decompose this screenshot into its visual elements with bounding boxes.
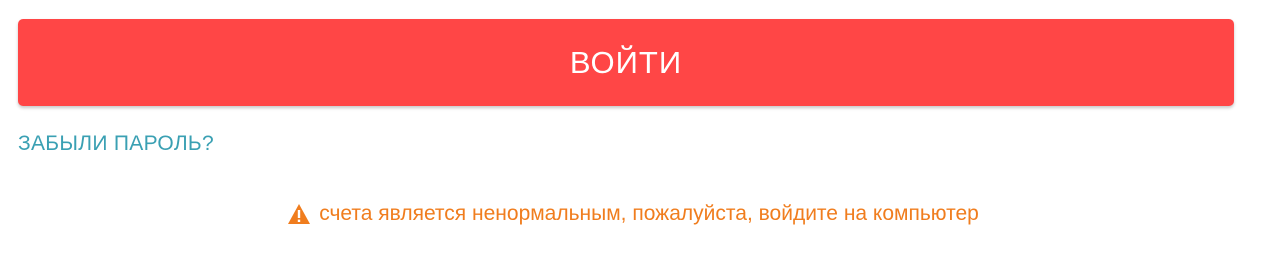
login-button[interactable]: ВОЙТИ xyxy=(18,19,1234,106)
forgot-password-link[interactable]: ЗАБЫЛИ ПАРОЛЬ? xyxy=(18,132,214,156)
account-warning: счета является ненормальным, пожалуйста,… xyxy=(0,200,1266,228)
warning-icon xyxy=(287,203,311,225)
warning-message: счета является ненормальным, пожалуйста,… xyxy=(319,202,979,225)
